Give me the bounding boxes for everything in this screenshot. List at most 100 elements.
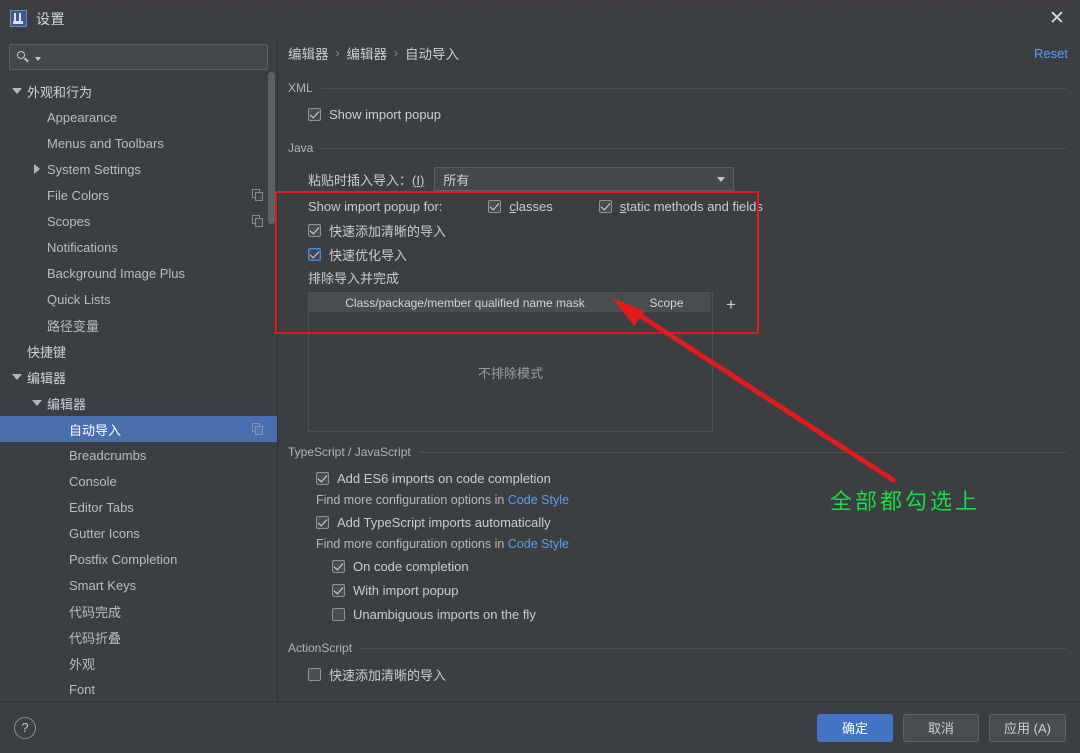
sidebar-item-label: Quick Lists: [47, 292, 111, 307]
search-box[interactable]: [9, 44, 268, 70]
sidebar-item-5[interactable]: Scopes: [0, 208, 277, 234]
section-divider: [321, 88, 1066, 89]
copy-icon[interactable]: [252, 423, 265, 436]
sidebar-scrollbar[interactable]: [268, 72, 275, 697]
sidebar-item-22[interactable]: 外观: [0, 650, 277, 676]
sidebar-item-18[interactable]: Postfix Completion: [0, 546, 277, 572]
cancel-button[interactable]: 取消: [903, 714, 979, 742]
checkbox-on-code-completion[interactable]: On code completion: [288, 554, 1066, 578]
breadcrumb-item-0[interactable]: 编辑器: [288, 43, 329, 63]
sidebar-item-label: 自动导入: [69, 420, 121, 439]
checkbox-icon[interactable]: [308, 108, 321, 121]
sidebar-item-14[interactable]: Breadcrumbs: [0, 442, 277, 468]
tree-spacer-icon: [30, 318, 44, 332]
sidebar-item-label: Scopes: [47, 214, 90, 229]
sidebar-item-3[interactable]: System Settings: [0, 156, 277, 182]
chevron-down-icon[interactable]: [10, 370, 24, 384]
sidebar-item-label: Gutter Icons: [69, 526, 140, 541]
checkbox-xml-show-import-popup[interactable]: Show import popup: [288, 102, 1066, 126]
paste-import-label-text: 粘贴时插入导入：: [308, 173, 412, 188]
checkbox-icon[interactable]: [308, 668, 321, 681]
checkbox-with-import-popup[interactable]: With import popup: [288, 578, 1066, 602]
checkbox-icon[interactable]: [332, 584, 345, 597]
table-column-header-scope[interactable]: Scope: [622, 293, 712, 313]
section-actionscript-title: ActionScript: [288, 641, 352, 655]
sidebar-item-1[interactable]: Appearance: [0, 104, 277, 130]
code-style-link[interactable]: Code Style: [508, 493, 569, 507]
chevron-down-icon[interactable]: [717, 177, 725, 182]
sidebar-item-20[interactable]: 代码完成: [0, 598, 277, 624]
copy-icon[interactable]: [252, 189, 265, 202]
sidebar-item-label: Editor Tabs: [69, 500, 134, 515]
checkbox-add-unambiguous-imports[interactable]: 快速添加清晰的导入: [288, 218, 1066, 242]
sidebar-item-6[interactable]: Notifications: [0, 234, 277, 260]
code-style-link[interactable]: Code Style: [508, 537, 569, 551]
sidebar-item-10[interactable]: 快捷键: [0, 338, 277, 364]
checkbox-icon[interactable]: [316, 472, 329, 485]
app-logo-icon: [10, 10, 27, 27]
checkbox-static-methods-and-fields[interactable]: static methods and fields: [599, 194, 763, 218]
sidebar-item-8[interactable]: Quick Lists: [0, 286, 277, 312]
checkbox-label-rest: tatic methods and fields: [626, 199, 763, 214]
checkbox-optimize-imports-on-the-fly[interactable]: 快速优化导入: [288, 242, 1066, 266]
sidebar-item-16[interactable]: Editor Tabs: [0, 494, 277, 520]
chevron-down-icon[interactable]: [30, 396, 44, 410]
checkbox-icon[interactable]: [308, 224, 321, 237]
sidebar-item-label: 代码完成: [69, 602, 121, 621]
ok-button[interactable]: 确定: [817, 714, 893, 742]
sidebar-item-7[interactable]: Background Image Plus: [0, 260, 277, 286]
sidebar-item-17[interactable]: Gutter Icons: [0, 520, 277, 546]
search-input[interactable]: [41, 50, 261, 64]
checkbox-classes[interactable]: classes: [488, 194, 552, 218]
sidebar-item-23[interactable]: Font: [0, 676, 277, 701]
sidebar-item-12[interactable]: 编辑器: [0, 390, 277, 416]
checkbox-icon[interactable]: [316, 516, 329, 529]
tree-spacer-icon: [52, 630, 66, 644]
section-java-header: Java: [288, 140, 1066, 156]
close-icon[interactable]: ✕: [1034, 1, 1080, 37]
chevron-down-icon[interactable]: [10, 84, 24, 98]
copy-icon[interactable]: [252, 215, 265, 228]
sidebar-item-11[interactable]: 编辑器: [0, 364, 277, 390]
exclude-table-area: Class/package/member qualified name mask…: [288, 292, 1066, 432]
checkbox-label: Unambiguous imports on the fly: [353, 607, 536, 622]
section-divider: [360, 648, 1066, 649]
sidebar-item-4[interactable]: File Colors: [0, 182, 277, 208]
paste-import-select[interactable]: 所有: [434, 167, 734, 191]
sidebar-item-label: Smart Keys: [69, 578, 136, 593]
sidebar-item-0[interactable]: 外观和行为: [0, 78, 277, 104]
tree-spacer-icon: [52, 552, 66, 566]
checkbox-add-typescript-imports[interactable]: Add TypeScript imports automatically: [288, 510, 1066, 534]
checkbox-add-es6-imports[interactable]: Add ES6 imports on code completion: [288, 466, 1066, 490]
add-icon[interactable]: +: [721, 294, 741, 314]
chevron-right-icon[interactable]: [30, 162, 44, 176]
sidebar-item-13[interactable]: 自动导入: [0, 416, 277, 442]
checkbox-icon[interactable]: [488, 200, 501, 213]
sidebar-item-label: 外观: [69, 654, 95, 673]
checkbox-actionscript-add-unambiguous[interactable]: 快速添加清晰的导入: [288, 662, 1066, 686]
reset-link[interactable]: Reset: [1034, 46, 1068, 61]
remove-icon[interactable]: −: [721, 323, 741, 343]
table-toolbar: + −: [717, 292, 745, 432]
breadcrumb-item-1[interactable]: 编辑器: [347, 43, 388, 63]
sidebar-item-2[interactable]: Menus and Toolbars: [0, 130, 277, 156]
tree-spacer-icon: [30, 188, 44, 202]
breadcrumb-item-2[interactable]: 自动导入: [405, 43, 459, 63]
exclude-table[interactable]: Class/package/member qualified name mask…: [308, 292, 713, 432]
checkbox-icon[interactable]: [332, 560, 345, 573]
tree-spacer-icon: [30, 110, 44, 124]
sidebar-item-21[interactable]: 代码折叠: [0, 624, 277, 650]
apply-button[interactable]: 应用 (A): [989, 714, 1066, 742]
sidebar-item-15[interactable]: Console: [0, 468, 277, 494]
checkbox-icon[interactable]: [599, 200, 612, 213]
checkbox-unambiguous-imports-on-the-fly[interactable]: Unambiguous imports on the fly: [288, 602, 1066, 626]
sidebar-item-19[interactable]: Smart Keys: [0, 572, 277, 598]
sidebar-scrollbar-thumb[interactable]: [268, 72, 275, 224]
show-import-popup-for-label: Show import popup for:: [308, 199, 442, 214]
checkbox-icon[interactable]: [308, 248, 321, 261]
sidebar-item-9[interactable]: 路径变量: [0, 312, 277, 338]
checkbox-icon[interactable]: [332, 608, 345, 621]
checkbox-label: 快速添加清晰的导入: [329, 221, 446, 240]
table-column-header-mask[interactable]: Class/package/member qualified name mask: [309, 293, 622, 313]
help-icon[interactable]: ?: [14, 717, 36, 739]
